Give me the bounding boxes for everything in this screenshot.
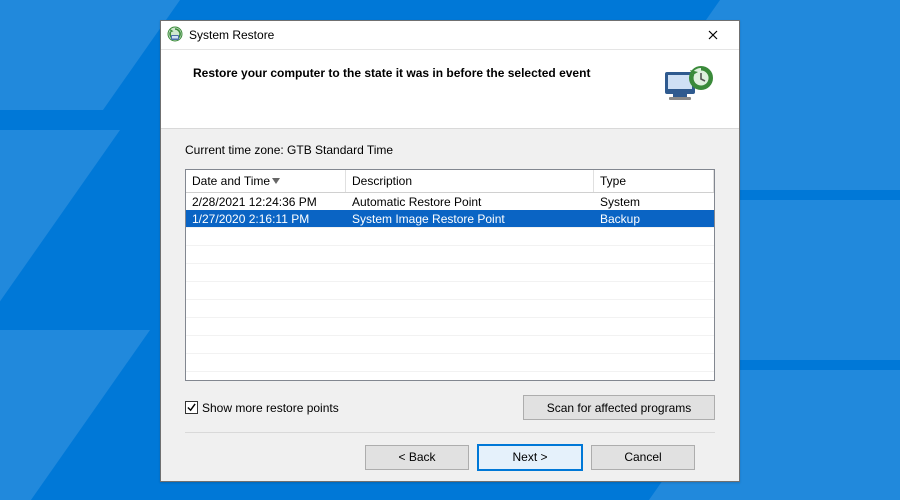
- column-header-type-label: Type: [600, 174, 626, 188]
- show-more-restore-points-checkbox[interactable]: Show more restore points: [185, 401, 339, 415]
- scan-button-label: Scan for affected programs: [547, 401, 692, 415]
- table-row[interactable]: 1/27/2020 2:16:11 PMSystem Image Restore…: [186, 210, 714, 227]
- close-button[interactable]: [693, 24, 733, 46]
- window-title: System Restore: [189, 28, 693, 42]
- wizard-header: Restore your computer to the state it wa…: [161, 50, 739, 129]
- sort-descending-icon: [272, 178, 280, 184]
- cell-type: Backup: [594, 212, 714, 226]
- cell-date: 1/27/2020 2:16:11 PM: [186, 212, 346, 226]
- scan-affected-programs-button[interactable]: Scan for affected programs: [523, 395, 715, 420]
- next-button[interactable]: Next >: [477, 444, 583, 471]
- cell-date: 2/28/2021 12:24:36 PM: [186, 195, 346, 209]
- cancel-button-label: Cancel: [624, 450, 661, 464]
- titlebar: System Restore: [161, 21, 739, 50]
- system-restore-icon: [659, 64, 715, 110]
- window-icon: [167, 26, 183, 45]
- heading: Restore your computer to the state it wa…: [193, 64, 649, 80]
- checkbox-icon: [185, 401, 198, 414]
- column-header-description[interactable]: Description: [346, 170, 594, 192]
- back-button[interactable]: < Back: [365, 445, 469, 470]
- show-more-restore-points-label: Show more restore points: [202, 401, 339, 415]
- time-zone-label: Current time zone: GTB Standard Time: [185, 143, 715, 157]
- wizard-footer: < Back Next > Cancel: [185, 432, 715, 481]
- cancel-button[interactable]: Cancel: [591, 445, 695, 470]
- column-header-date-label: Date and Time: [192, 174, 270, 188]
- cell-type: System: [594, 195, 714, 209]
- column-header-description-label: Description: [352, 174, 412, 188]
- column-header-date[interactable]: Date and Time: [186, 170, 346, 192]
- cell-description: Automatic Restore Point: [346, 195, 594, 209]
- column-header-type[interactable]: Type: [594, 170, 714, 192]
- system-restore-window: System Restore Restore your computer to …: [160, 20, 740, 482]
- table-row[interactable]: 2/28/2021 12:24:36 PMAutomatic Restore P…: [186, 193, 714, 210]
- cell-description: System Image Restore Point: [346, 212, 594, 226]
- back-button-label: < Back: [398, 450, 435, 464]
- next-button-label: Next >: [512, 450, 547, 464]
- restore-points-list[interactable]: Date and Time Description Type 2/28/2021…: [185, 169, 715, 381]
